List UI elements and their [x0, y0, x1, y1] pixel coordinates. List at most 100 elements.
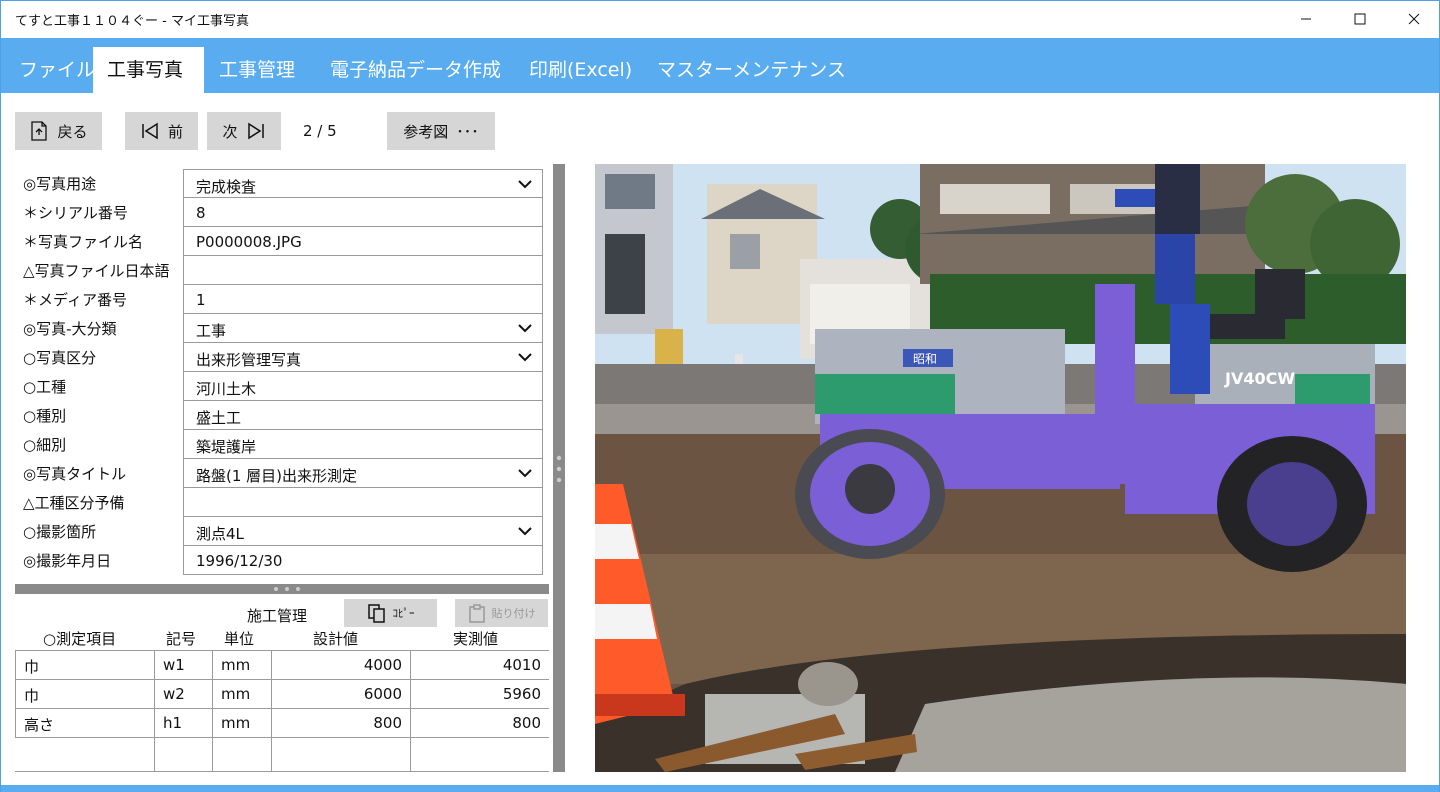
symbol-cell[interactable]: w1: [154, 651, 212, 680]
work-type-input[interactable]: 河川土木: [183, 372, 543, 401]
actual-value-cell[interactable]: 800: [410, 709, 549, 738]
field-label: ◎写真-大分類: [23, 320, 117, 338]
tab-construction-photo[interactable]: 工事写真: [93, 47, 204, 93]
page-indicator: 2 / 5: [303, 122, 337, 140]
column-header: 記号: [166, 630, 197, 648]
back-label: 戻る: [57, 122, 88, 141]
actual-value-cell[interactable]: 4010: [410, 651, 549, 680]
field-label: △写真ファイル日本語: [23, 262, 170, 280]
copy-icon: [367, 604, 385, 623]
unit-cell[interactable]: mm: [212, 651, 271, 680]
field-label: △工種区分予備: [23, 494, 125, 512]
tab-print-excel[interactable]: 印刷(Excel): [515, 47, 646, 93]
design-value-cell[interactable]: [271, 738, 410, 772]
maximize-icon: [1354, 13, 1366, 25]
paste-button[interactable]: 貼り付け: [455, 599, 548, 627]
field-value: 8: [196, 204, 206, 222]
photo-classification-select[interactable]: 出来形管理写真: [183, 343, 543, 372]
minimize-button[interactable]: [1279, 1, 1333, 37]
field-photo-purpose: ◎写真用途 完成検査: [15, 169, 545, 198]
construction-management-title: 施工管理: [247, 607, 308, 625]
field-shooting-date: ◎撮影年月日 1996/12/30: [15, 546, 545, 575]
subtype-input[interactable]: 築堤護岸: [183, 430, 543, 459]
field-value: 1: [196, 291, 206, 309]
shooting-location-select[interactable]: 測点4L: [183, 517, 543, 546]
symbol-cell[interactable]: w2: [154, 680, 212, 709]
field-kind: ○種別 盛土工: [15, 401, 545, 430]
design-value-cell[interactable]: 6000: [271, 680, 410, 709]
more-ellipsis: ･･･: [456, 122, 479, 141]
item-cell[interactable]: [15, 738, 154, 772]
back-document-icon: [31, 121, 48, 141]
skip-previous-icon: [142, 122, 158, 140]
work-division-reserve-input[interactable]: [183, 488, 543, 517]
unit-cell[interactable]: mm: [212, 680, 271, 709]
copy-label: ｺﾋﾟｰ: [392, 607, 415, 620]
item-cell[interactable]: 巾: [15, 680, 154, 709]
horizontal-splitter[interactable]: [15, 584, 549, 594]
chevron-down-icon: [518, 180, 532, 189]
tab-construction-management[interactable]: 工事管理: [205, 47, 309, 93]
back-button[interactable]: 戻る: [15, 112, 102, 150]
copy-button[interactable]: ｺﾋﾟｰ: [344, 599, 437, 627]
symbol-cell[interactable]: [154, 738, 212, 772]
shooting-date-input[interactable]: 1996/12/30: [183, 546, 543, 575]
field-label: ○細別: [23, 436, 67, 454]
close-button[interactable]: [1387, 1, 1440, 37]
field-media-number: ＊メディア番号 1: [15, 285, 545, 314]
table-row[interactable]: 高さ h1 mm 800 800: [15, 709, 549, 738]
prev-label: 前: [167, 122, 183, 141]
field-value: 出来形管理写真: [196, 351, 302, 369]
field-label: ◎写真用途: [23, 175, 97, 193]
photo-major-category-select[interactable]: 工事: [183, 314, 543, 343]
construction-photo[interactable]: JV40CW 昭和: [595, 164, 1406, 772]
column-header: 単位: [224, 630, 255, 648]
chevron-down-icon: [518, 469, 532, 478]
column-header: 実測値: [453, 630, 499, 648]
media-number-input[interactable]: 1: [183, 285, 543, 314]
table-row[interactable]: 巾 w2 mm 6000 5960: [15, 680, 549, 709]
item-cell[interactable]: 巾: [15, 651, 154, 680]
paste-label: 貼り付け: [491, 607, 536, 620]
photo-filename-input[interactable]: P0000008.JPG: [183, 227, 543, 256]
unit-cell[interactable]: [212, 738, 271, 772]
item-cell[interactable]: 高さ: [15, 709, 154, 738]
window-title: てすと工事１１０４ぐー - マイ工事写真: [15, 14, 249, 29]
field-value: 河川土木: [196, 380, 257, 398]
field-photo-classification: ○写真区分 出来形管理写真: [15, 343, 545, 372]
reference-drawing-button[interactable]: 参考図 ･･･: [387, 112, 495, 150]
kind-input[interactable]: 盛土工: [183, 401, 543, 430]
app-window: てすと工事１１０４ぐー - マイ工事写真 ファイル 工事写真 工事管理 電子納品…: [0, 0, 1440, 792]
actual-value-cell[interactable]: 5960: [410, 680, 549, 709]
serial-number-input[interactable]: 8: [183, 198, 543, 227]
design-value-cell[interactable]: 4000: [271, 651, 410, 680]
design-value-cell[interactable]: 800: [271, 709, 410, 738]
tab-master-maintenance[interactable]: マスターメンテナンス: [643, 47, 860, 93]
title-bar: てすと工事１１０４ぐー - マイ工事写真: [1, 1, 1439, 37]
field-label: ○写真区分: [23, 349, 97, 367]
field-value: 盛土工: [196, 409, 242, 427]
field-shooting-location: ○撮影箇所 測点4L: [15, 517, 545, 546]
prev-button[interactable]: 前: [125, 112, 198, 150]
photo-filename-jp-input[interactable]: [183, 256, 543, 285]
symbol-cell[interactable]: h1: [154, 709, 212, 738]
measurement-grid: 巾 w1 mm 4000 4010 巾 w2 mm 6000 5960 高さ h…: [15, 650, 549, 772]
splitter-grip-icon: [556, 455, 562, 483]
maximize-button[interactable]: [1333, 1, 1387, 37]
chevron-down-icon: [518, 353, 532, 362]
next-button[interactable]: 次: [207, 112, 281, 150]
tab-electronic-delivery[interactable]: 電子納品データ作成: [316, 47, 515, 93]
field-photo-major-category: ◎写真-大分類 工事: [15, 314, 545, 343]
actual-value-cell[interactable]: [410, 738, 549, 772]
field-label: ＊メディア番号: [23, 291, 127, 309]
table-row[interactable]: 巾 w1 mm 4000 4010: [15, 651, 549, 680]
photo-title-select[interactable]: 路盤(1 層目)出来形測定: [183, 459, 543, 488]
field-work-type: ○工種 河川土木: [15, 372, 545, 401]
vertical-splitter[interactable]: [553, 164, 565, 772]
photo-image: JV40CW 昭和: [595, 164, 1406, 772]
roller-model-text: JV40CW: [1224, 369, 1295, 388]
table-row-empty[interactable]: [15, 738, 549, 772]
photo-purpose-select[interactable]: 完成検査: [183, 169, 543, 198]
field-label: ○種別: [23, 407, 67, 425]
unit-cell[interactable]: mm: [212, 709, 271, 738]
